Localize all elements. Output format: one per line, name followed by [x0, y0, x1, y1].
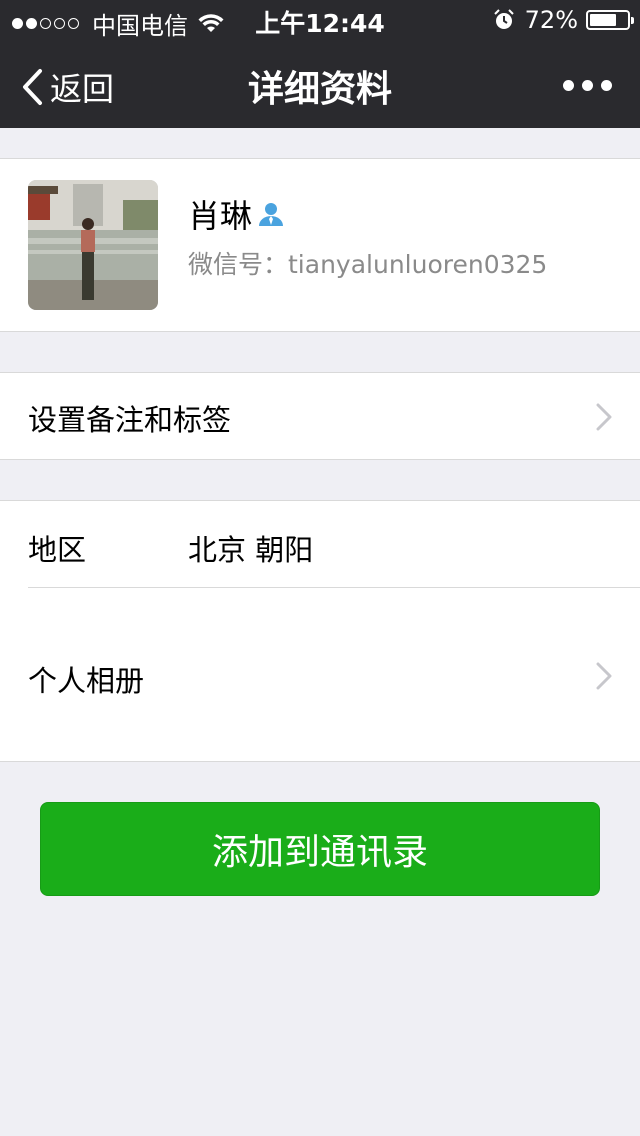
status-bar: 中国电信 上午12:44 72%: [0, 0, 640, 40]
more-dots-icon: [563, 80, 574, 91]
person-icon: [259, 203, 284, 226]
set-remark-and-tags-cell[interactable]: 设置备注和标签: [0, 372, 640, 460]
chevron-right-icon: [596, 662, 612, 690]
album-label: 个人相册: [28, 664, 145, 698]
add-to-contacts-button[interactable]: 添加到通讯录: [40, 802, 600, 896]
region-label: 地区: [28, 533, 87, 567]
avatar[interactable]: [28, 180, 158, 310]
battery-percent: 72%: [524, 6, 578, 34]
battery-icon: [586, 10, 634, 30]
info-group: 地区 北京 朝阳 个人相册: [0, 500, 640, 762]
personal-album-row[interactable]: 个人相册: [0, 588, 640, 761]
alarm-clock-icon: [493, 9, 514, 29]
chevron-right-icon: [596, 403, 612, 431]
profile-card: 肖琳 微信号：tianyalunluoren0325: [0, 158, 640, 332]
region-value: 北京 朝阳: [188, 533, 314, 567]
remark-cell-label: 设置备注和标签: [28, 403, 232, 437]
more-options-button[interactable]: [555, 80, 612, 91]
contact-name: 肖琳: [188, 197, 253, 235]
top-bar: 中国电信 上午12:44 72% 返回 详细资料: [0, 0, 640, 128]
navigation-bar: 返回 详细资料: [0, 40, 640, 128]
wechat-id: 微信号：tianyalunluoren0325: [188, 250, 548, 279]
page-title: 详细资料: [247, 69, 392, 110]
